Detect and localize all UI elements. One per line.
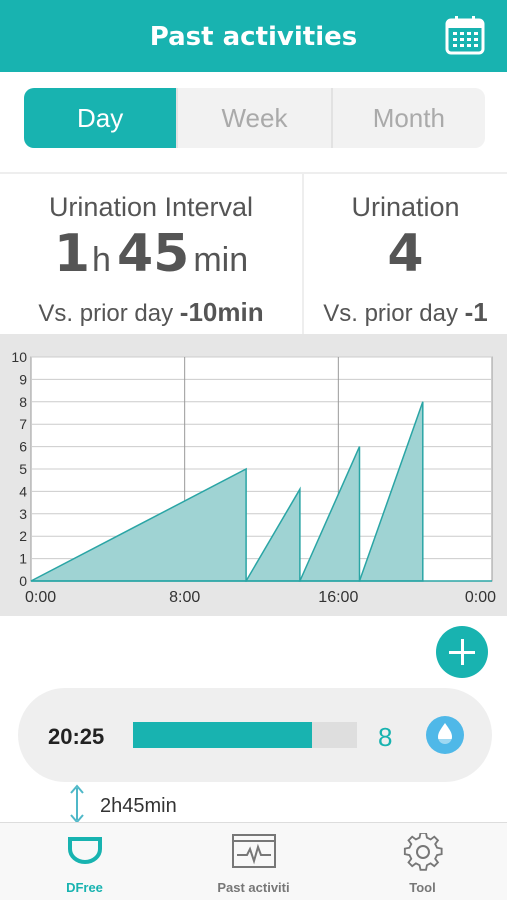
chart-y-tick-label: 6 [19,439,27,455]
tab-dfree-label: DFree [66,880,103,895]
activity-chart-icon [231,834,276,868]
tab-day[interactable]: Day [24,88,177,148]
interval-note: 2h45min [100,795,177,817]
interval-vs-label: Vs. prior day [38,300,174,327]
chart-y-tick-label: 0 [19,573,27,589]
record-level-value: 8 [378,722,393,752]
gear-icon [403,833,443,871]
count-stat: Urination 4 Vs. prior day -1 [304,172,507,328]
chart-y-tick-label: 10 [11,349,27,365]
chart-y-tick-label: 2 [19,528,27,544]
count-value-wrap: 4 [304,223,507,297]
add-record-button[interactable] [436,626,488,678]
count-vs-value: -1 [464,297,488,327]
chart-y-tick-label: 5 [19,461,27,477]
interval-arrow-icon [70,784,84,824]
interval-minutes: 45 [116,224,190,284]
chart-y-tick-label: 4 [19,483,27,499]
interval-value: 1h 45 min [0,223,302,297]
interval-hours: 1 [53,224,91,284]
interval-stat: Urination Interval 1h 45 min Vs. prior day… [0,172,302,328]
bladder-level-fill [133,722,313,748]
count-value: 4 [387,224,424,284]
tab-tool[interactable]: Tool [338,823,507,900]
chart-y-tick-label: 7 [19,416,27,432]
count-vs-label: Vs. prior day [323,300,458,327]
app-header: Past activities [0,0,507,72]
chart-x-tick-label: 8:00 [169,589,200,606]
interval-vs-value: -10min [179,297,264,327]
chart-x-tick-label: 16:00 [318,589,358,606]
tab-month[interactable]: Month [330,88,485,148]
interval-label: Urination Interval [48,192,254,222]
chart-y-tick-label: 3 [19,506,27,522]
bladder-level-bar [133,722,357,748]
tab-week[interactable]: Week [176,88,330,148]
period-selector: Day Week Month [24,88,485,148]
interval-hours-unit: h [92,241,111,279]
bottom-tab-bar: DFree Past activiti Tool [0,822,507,900]
chart-x-tick-label: 0:00 [465,589,496,606]
tab-past-activities[interactable]: Past activiti [169,823,338,900]
interval-minutes-unit: min [193,241,249,279]
chart-y-tick-label: 8 [19,394,27,410]
chart-x-tick-label: 0:00 [25,589,56,606]
tab-tool-label: Tool [409,880,436,895]
page-title: Past activities [149,22,358,52]
urination-chart: 0 1 2 3 4 5 6 7 8 9 10 0:00 8:00 16:00 0:00 [11,349,496,606]
count-label: Urination [351,192,460,222]
chart-y-tick-label: 9 [19,371,27,387]
tab-past-activities-label: Past activiti [217,880,290,895]
record-time: 20:25 [48,724,105,749]
count-comparison: Vs. prior day -1 [304,297,507,328]
water-drop-icon [426,716,464,754]
dfree-device-icon [67,837,102,864]
chart-y-tick-label: 1 [19,551,27,567]
tab-dfree[interactable]: DFree [0,823,169,900]
interval-comparison: Vs. prior day -10min [0,297,302,328]
calendar-icon[interactable] [444,14,486,56]
